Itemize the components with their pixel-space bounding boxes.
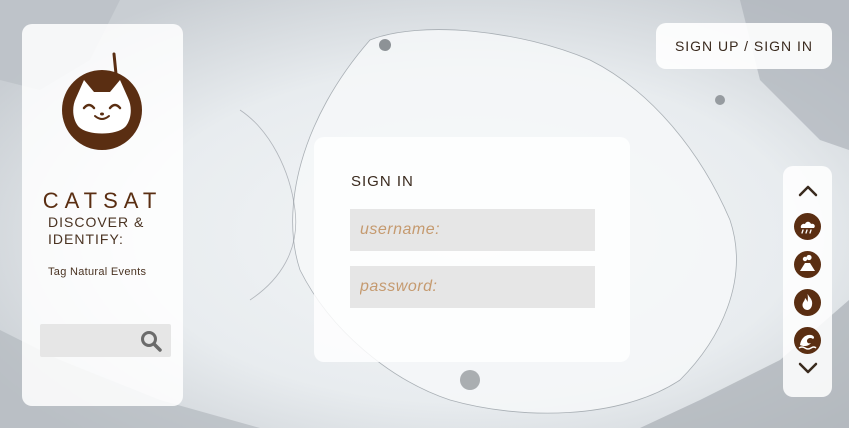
- sign-up-sign-in-button[interactable]: SIGN UP / SIGN IN: [656, 23, 832, 69]
- subtagline: Tag Natural Events: [48, 266, 147, 278]
- search-input[interactable]: [40, 324, 152, 357]
- wildfire-icon[interactable]: [794, 289, 821, 316]
- sidebar: CATSAT DISCOVER & IDENTIFY: Tag Natural …: [22, 24, 183, 406]
- event-type-rail: [783, 166, 832, 397]
- brand-name: CATSAT: [42, 188, 163, 213]
- chevron-down-icon[interactable]: [797, 361, 819, 375]
- storm-cloud-icon[interactable]: [794, 213, 821, 240]
- chevron-up-icon[interactable]: [797, 184, 819, 198]
- tagline: DISCOVER & IDENTIFY:: [48, 214, 145, 247]
- flood-wave-icon[interactable]: [794, 327, 821, 354]
- sign-in-card: SIGN IN: [314, 137, 630, 362]
- volcano-icon[interactable]: [794, 251, 821, 278]
- search-box: [40, 324, 171, 357]
- search-icon[interactable]: [139, 329, 163, 353]
- username-field[interactable]: [350, 209, 595, 251]
- catsat-logo: [62, 52, 142, 150]
- sign-in-title: SIGN IN: [351, 173, 414, 190]
- password-field[interactable]: [350, 266, 595, 308]
